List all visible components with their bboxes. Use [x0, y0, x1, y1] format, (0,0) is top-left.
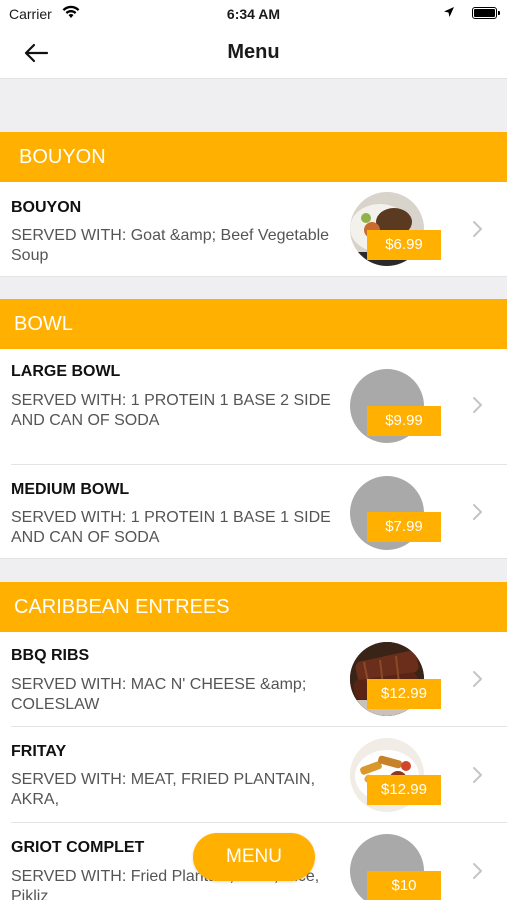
item-price-badge: $10	[367, 871, 441, 900]
chevron-right-icon	[473, 221, 482, 237]
chevron-right-icon	[473, 863, 482, 879]
item-description: SERVED WITH: Goat &amp; Beef Vegetable S…	[11, 227, 330, 264]
item-name: BBQ RIBS	[11, 647, 90, 664]
item-price-badge: $7.99	[367, 512, 441, 542]
menu-item-medium-bowl[interactable]: MEDIUM BOWL SERVED WITH: 1 PROTEIN 1 BAS…	[0, 465, 507, 558]
item-price-badge: $12.99	[367, 679, 441, 709]
item-price-badge: $12.99	[367, 775, 441, 805]
location-arrow-icon	[444, 7, 454, 17]
chevron-right-icon	[473, 671, 482, 687]
item-description: SERVED WITH: 1 PROTEIN 1 BASE 1 SIDE AND…	[11, 509, 331, 546]
section-header-bouyon: BOUYON	[0, 132, 507, 182]
section-spacer	[0, 277, 507, 299]
menu-item-bbq-ribs[interactable]: BBQ RIBS SERVED WITH: MAC N' CHEESE &amp…	[0, 632, 507, 726]
section-title: BOUYON	[19, 146, 106, 168]
status-bar: Carrier 6:34 AM	[0, 0, 507, 28]
item-name: MEDIUM BOWL	[11, 481, 130, 498]
section-title: CARIBBEAN ENTREES	[14, 596, 230, 618]
menu-item-fritay[interactable]: FRITAY SERVED WITH: MEAT, FRIED PLANTAIN…	[0, 727, 507, 822]
chevron-right-icon	[473, 504, 482, 520]
item-name: LARGE BOWL	[11, 363, 121, 380]
chevron-right-icon	[473, 767, 482, 783]
item-name: BOUYON	[11, 199, 82, 216]
menu-item-large-bowl[interactable]: LARGE BOWL SERVED WITH: 1 PROTEIN 1 BASE…	[0, 349, 507, 463]
item-description: SERVED WITH: MEAT, FRIED PLANTAIN, AKRA,	[11, 771, 316, 808]
item-description: SERVED WITH: 1 PROTEIN 1 BASE 2 SIDE AND…	[11, 392, 331, 429]
navigation-bar: Menu	[0, 28, 507, 79]
menu-item-bouyon[interactable]: BOUYON SERVED WITH: Goat &amp; Beef Vege…	[0, 182, 507, 276]
item-description: SERVED WITH: MAC N' CHEESE &amp; COLESLA…	[11, 676, 307, 713]
chevron-right-icon	[473, 397, 482, 413]
section-spacer	[0, 559, 507, 582]
battery-icon	[472, 7, 500, 19]
item-name: FRITAY	[11, 743, 67, 760]
item-price-badge: $9.99	[367, 406, 441, 436]
section-header-bowl: BOWL	[0, 299, 507, 349]
item-price-badge: $6.99	[367, 230, 441, 260]
section-title: BOWL	[14, 313, 73, 335]
section-header-caribbean-entrees: CARIBBEAN ENTREES	[0, 582, 507, 632]
menu-button[interactable]: MENU	[193, 833, 315, 881]
clock: 6:34 AM	[226, 6, 281, 22]
item-name: GRIOT COMPLET	[11, 839, 145, 856]
section-spacer	[0, 79, 507, 132]
page-title: Menu	[227, 41, 280, 63]
